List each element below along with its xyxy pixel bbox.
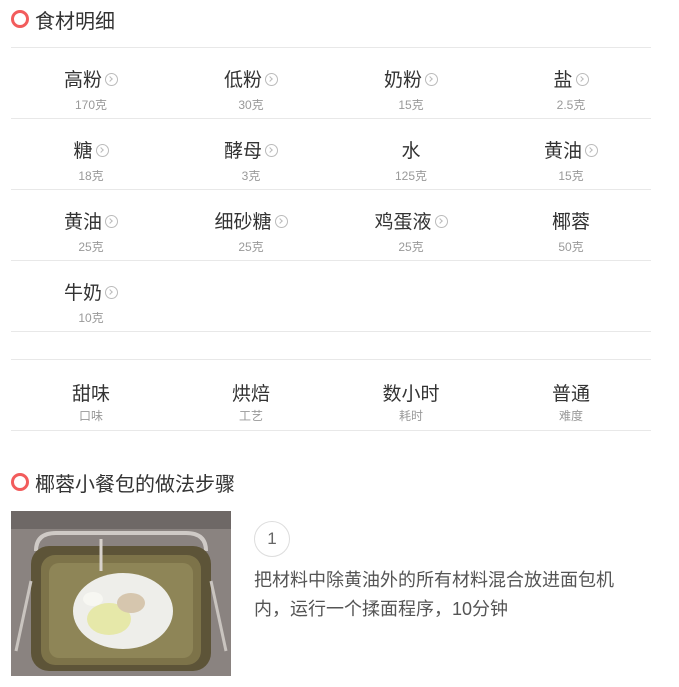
attribute-value: 普通 xyxy=(551,384,590,405)
attribute-label: 口味 xyxy=(78,409,103,423)
ingredient-name[interactable]: 糖 xyxy=(73,136,92,163)
ingredient-amount: 125克 xyxy=(394,169,428,183)
ingredient-amount: 15克 xyxy=(558,169,584,183)
ingredient-amount: 25克 xyxy=(78,240,104,254)
ingredient-item[interactable]: 低粉 30克 xyxy=(171,48,331,118)
attribute-item: 数小时 耗时 xyxy=(331,360,491,430)
chevron-right-icon xyxy=(105,215,118,228)
chevron-right-icon xyxy=(265,73,278,86)
ingredient-amount: 50克 xyxy=(558,240,584,254)
attribute-value: 甜味 xyxy=(71,384,110,405)
bread-machine-pan-image xyxy=(11,511,231,676)
ingredient-name[interactable]: 鸡蛋液 xyxy=(374,207,431,234)
chevron-right-icon xyxy=(265,144,278,157)
ingredient-item[interactable]: 黄油 25克 xyxy=(11,190,171,260)
attribute-item: 甜味 口味 xyxy=(11,360,171,430)
ingredient-name[interactable]: 酵母 xyxy=(224,136,262,163)
ingredient-item: 椰蓉 50克 xyxy=(491,190,651,260)
ingredients-row: 黄油 25克 细砂糖 25克 鸡蛋液 25克 椰蓉 50克 xyxy=(11,189,651,260)
chevron-right-icon xyxy=(434,215,448,228)
ingredient-amount: 170克 xyxy=(74,98,108,112)
step-description: 把材料中除黄油外的所有材料混合放进面包机内，运行一个揉面程序，10分钟 xyxy=(254,570,614,619)
ingredient-name[interactable]: 低粉 xyxy=(224,65,262,92)
step-number: 1 xyxy=(254,521,290,557)
ingredient-item[interactable]: 盐 2.5克 xyxy=(491,48,651,118)
attribute-value: 烘焙 xyxy=(231,384,270,405)
ingredient-amount: 3克 xyxy=(241,169,261,183)
ingredient-name[interactable]: 高粉 xyxy=(64,65,102,92)
ingredient-amount: 25克 xyxy=(398,240,424,254)
attribute-item: 烘焙 工艺 xyxy=(171,360,331,430)
ingredient-name: 椰蓉 xyxy=(551,212,590,233)
ingredient-amount: 2.5克 xyxy=(556,98,586,112)
ring-icon xyxy=(11,473,29,491)
ingredients-section-title: 食材明细 xyxy=(11,7,115,33)
attribute-label: 难度 xyxy=(558,409,583,423)
chevron-right-icon xyxy=(585,144,598,157)
ingredient-name[interactable]: 牛奶 xyxy=(64,278,102,305)
chevron-right-icon xyxy=(274,215,288,228)
ring-icon xyxy=(11,10,29,28)
ingredients-row: 高粉 170克 低粉 30克 奶粉 15克 盐 2.5克 xyxy=(11,47,651,118)
ingredient-amount: 25克 xyxy=(238,240,264,254)
ingredient-name: 水 xyxy=(401,141,421,162)
ingredient-name[interactable]: 细砂糖 xyxy=(214,207,271,234)
ingredient-item[interactable]: 牛奶 10克 xyxy=(11,261,171,331)
ingredient-amount: 30克 xyxy=(238,98,264,112)
attribute-label: 耗时 xyxy=(398,409,423,423)
ingredient-amount: 15克 xyxy=(398,98,424,112)
ingredient-item[interactable]: 糖 18克 xyxy=(11,119,171,189)
ingredients-title: 食材明细 xyxy=(35,10,115,33)
ingredient-item[interactable]: 奶粉 15克 xyxy=(331,48,491,118)
ingredients-row: 牛奶 10克 xyxy=(11,260,651,332)
ingredient-item[interactable]: 黄油 15克 xyxy=(491,119,651,189)
ingredient-name[interactable]: 盐 xyxy=(553,65,572,92)
ingredient-name[interactable]: 黄油 xyxy=(64,207,102,234)
ingredient-item[interactable]: 鸡蛋液 25克 xyxy=(331,190,491,260)
attribute-value: 数小时 xyxy=(382,384,440,405)
ingredient-item[interactable]: 细砂糖 25克 xyxy=(171,190,331,260)
chevron-right-icon xyxy=(95,144,109,157)
chevron-right-icon xyxy=(575,73,589,86)
ingredient-name[interactable]: 黄油 xyxy=(544,136,582,163)
ingredients-row: 糖 18克 酵母 3克 水 125克 黄油 15克 xyxy=(11,118,651,189)
ingredient-amount: 10克 xyxy=(78,311,104,325)
attribute-label: 工艺 xyxy=(238,409,263,423)
steps-title: 椰蓉小餐包的做法步骤 xyxy=(35,473,235,496)
attribute-item: 普通 难度 xyxy=(491,360,651,430)
ingredients-grid: 高粉 170克 低粉 30克 奶粉 15克 盐 2.5克 糖 18克 酵母 3克 水 125克… xyxy=(11,47,651,332)
ingredient-item: 水 125克 xyxy=(331,119,491,189)
recipe-attributes: 甜味口味 烘焙工艺 数小时耗时 普通难度 xyxy=(11,359,651,431)
chevron-right-icon xyxy=(425,73,438,86)
ingredient-item[interactable]: 酵母 3克 xyxy=(171,119,331,189)
chevron-right-icon xyxy=(105,286,118,299)
ingredient-item[interactable]: 高粉 170克 xyxy=(11,48,171,118)
step-photo[interactable] xyxy=(11,511,231,676)
ingredient-amount: 18克 xyxy=(78,169,104,183)
steps-section-title: 椰蓉小餐包的做法步骤 xyxy=(11,470,235,496)
chevron-right-icon xyxy=(105,73,118,86)
ingredient-name[interactable]: 奶粉 xyxy=(384,65,422,92)
